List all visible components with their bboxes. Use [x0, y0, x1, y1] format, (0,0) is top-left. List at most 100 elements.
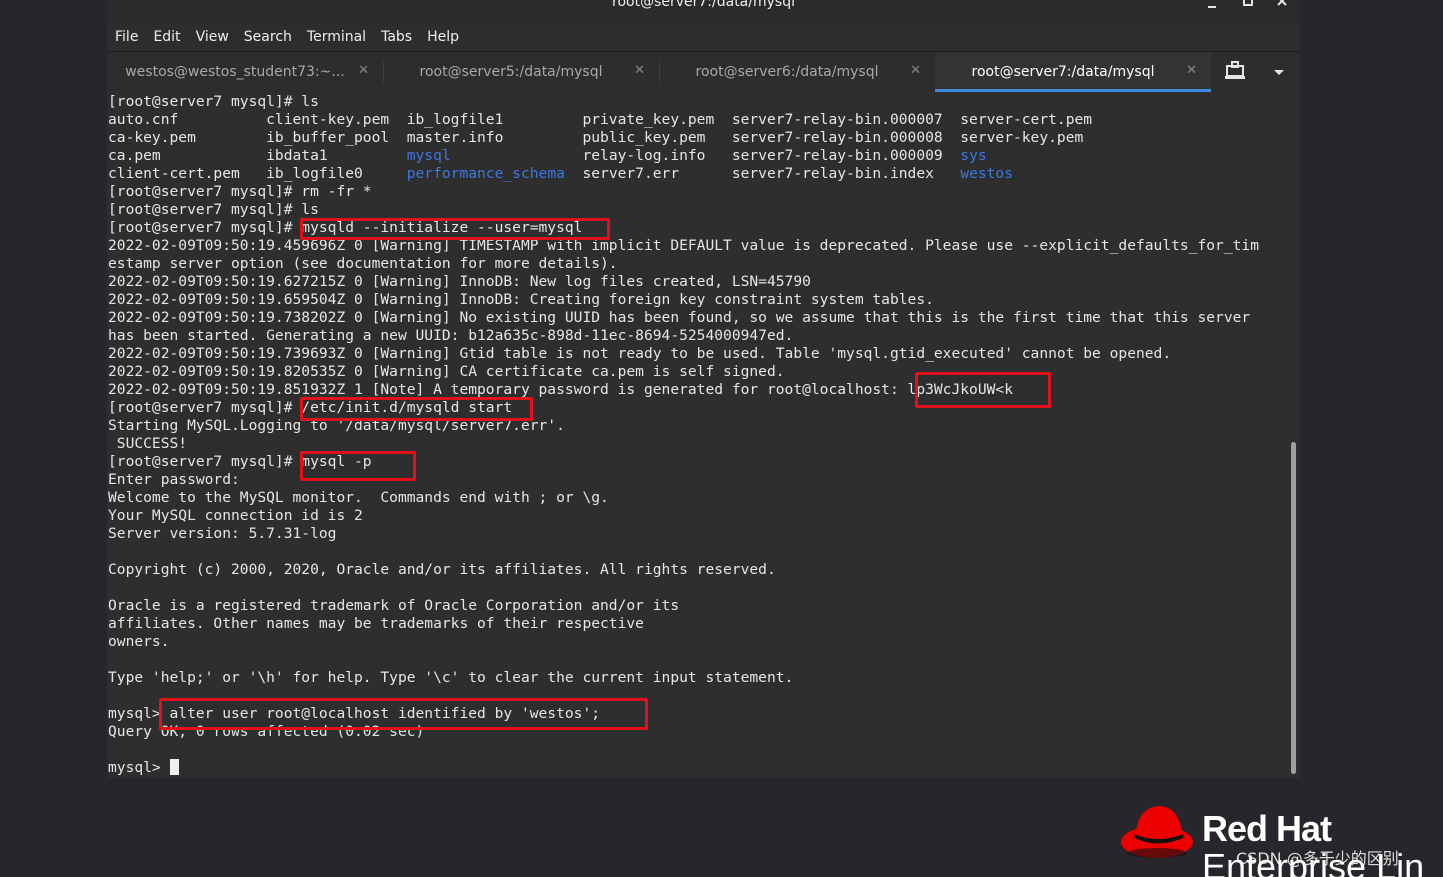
tab-label: root@server5:/data/mysql [419, 64, 603, 80]
terminal-text: 2022-02-09T09:50:19.627215Z 0 [Warning] … [108, 273, 811, 290]
terminal-line: Copyright (c) 2000, 2020, Oracle and/or … [108, 561, 1259, 579]
terminal-text: [root@server7 mysql]# rm -fr * [108, 183, 372, 200]
terminal-line: client-cert.pem ib_logfile0 performance_… [108, 165, 1259, 183]
brand-name: Red Hat [1202, 808, 1332, 849]
terminal-text: 2022-02-09T09:50:19.820535Z 0 [Warning] … [108, 363, 785, 380]
terminal-text: 2022-02-09T09:50:19.459696Z 0 [Warning] … [108, 237, 1259, 254]
terminal-line: 2022-02-09T09:50:19.739693Z 0 [Warning] … [108, 345, 1259, 363]
terminal-lines: [root@server7 mysql]# ls auto.cnf client-… [108, 93, 1259, 777]
terminal-text: Copyright (c) 2000, 2020, Oracle and/or … [108, 561, 776, 578]
terminal-cursor [169, 759, 179, 775]
menu-help[interactable]: Help [427, 29, 459, 45]
menu-bar: File Edit View Search Terminal Tabs Help [107, 22, 1300, 52]
terminal-text: mysql> [108, 759, 170, 776]
terminal-line: estamp server option (see documentation … [108, 255, 1259, 273]
window-title: root@server7:/data/mysql [612, 0, 795, 10]
terminal-line: 2022-02-09T09:50:19.738202Z 0 [Warning] … [108, 309, 1259, 327]
directory-name: performance_schema [406, 165, 565, 182]
title-bar[interactable]: root@server7:/data/mysql [107, 0, 1300, 22]
terminal-line: Welcome to the MySQL monitor. Commands e… [108, 489, 1259, 507]
menu-tabs[interactable]: Tabs [381, 29, 412, 45]
terminal-line: Starting MySQL.Logging to '/data/mysql/s… [108, 417, 1259, 435]
tab-server5[interactable]: root@server5:/data/mysql ✕ [383, 52, 659, 92]
terminal-text: 2022-02-09T09:50:19.738202Z 0 [Warning] … [108, 309, 1251, 326]
terminal-line: ca.pem ibdata1 mysql relay-log.info serv… [108, 147, 1259, 165]
scrollbar[interactable] [1291, 442, 1296, 774]
redhat-hat-icon [1121, 806, 1193, 858]
terminal-line: Your MySQL connection id is 2 [108, 507, 1259, 525]
menu-edit[interactable]: Edit [153, 29, 180, 45]
tab-bar: westos@westos_student73:~... ✕ root@serv… [107, 52, 1300, 93]
terminal-line: [root@server7 mysql]# rm -fr * [108, 183, 1259, 201]
chevron-down-icon[interactable] [1267, 60, 1291, 84]
close-icon[interactable] [1274, 0, 1290, 14]
tab-label: westos@westos_student73:~... [125, 64, 345, 80]
tab-server7[interactable]: root@server7:/data/mysql ✕ [935, 52, 1211, 92]
terminal-output[interactable]: [root@server7 mysql]# ls auto.cnf client-… [107, 92, 1300, 778]
maximize-icon[interactable] [1240, 0, 1256, 14]
tab-label: root@server7:/data/mysql [971, 64, 1155, 80]
terminal-text: 2022-02-09T09:50:19.851932Z 1 [Note] A t… [108, 381, 1013, 398]
terminal-text: Type 'help;' or '\h' for help. Type '\c'… [108, 669, 794, 686]
watermark: CSDN @多于少的区别 [1236, 849, 1399, 868]
tab-label: root@server6:/data/mysql [695, 64, 879, 80]
terminal-line: 2022-02-09T09:50:19.820535Z 0 [Warning] … [108, 363, 1259, 381]
menu-file[interactable]: File [115, 29, 138, 45]
tab-westos-student[interactable]: westos@westos_student73:~... ✕ [107, 52, 383, 92]
terminal-line: has been started. Generating a new UUID:… [108, 327, 1259, 345]
highlight-box [300, 397, 533, 421]
terminal-text: Oracle is a registered trademark of Orac… [108, 597, 680, 614]
terminal-line: SUCCESS! [108, 435, 1259, 453]
terminal-text: Welcome to the MySQL monitor. Commands e… [108, 489, 609, 506]
highlight-box [300, 218, 610, 240]
terminal-text: auto.cnf client-key.pem ib_logfile1 priv… [108, 111, 1093, 128]
terminal-text: ca.pem ibdata1 [108, 147, 407, 164]
menu-terminal[interactable]: Terminal [307, 29, 366, 45]
terminal-line: 2022-02-09T09:50:19.627215Z 0 [Warning] … [108, 273, 1259, 291]
terminal-line: [root@server7 mysql]# ls [108, 201, 1259, 219]
terminal-line: [root@server7 mysql]# mysqld --initializ… [108, 219, 1259, 237]
terminal-line: Oracle is a registered trademark of Orac… [108, 597, 1259, 615]
tab-server6[interactable]: root@server6:/data/mysql ✕ [659, 52, 935, 92]
terminal-text: Your MySQL connection id is 2 [108, 507, 363, 524]
close-icon[interactable]: ✕ [910, 63, 921, 78]
terminal-line: [root@server7 mysql]# ls [108, 93, 1259, 111]
terminal-text: relay-log.info server7-relay-bin.000009 [450, 147, 961, 164]
terminal-text: owners. [108, 633, 170, 650]
terminal-window: root@server7:/data/mysql File Edit View … [107, 0, 1300, 778]
highlight-box [915, 372, 1051, 408]
close-icon[interactable]: ✕ [358, 63, 369, 78]
terminal-text: affiliates. Other names may be trademark… [108, 615, 644, 632]
terminal-line: auto.cnf client-key.pem ib_logfile1 priv… [108, 111, 1259, 129]
terminal-text: Server version: 5.7.31-log [108, 525, 337, 542]
directory-name: sys [960, 147, 987, 164]
terminal-line: affiliates. Other names may be trademark… [108, 615, 1259, 633]
close-icon[interactable]: ✕ [1186, 63, 1197, 78]
terminal-text: 2022-02-09T09:50:19.659504Z 0 [Warning] … [108, 291, 934, 308]
terminal-text: has been started. Generating a new UUID:… [108, 327, 794, 344]
terminal-text: ca-key.pem ib_buffer_pool master.info pu… [108, 129, 1084, 146]
terminal-text: server7.err server7-relay-bin.index [564, 165, 961, 182]
highlight-box [300, 451, 416, 481]
terminal-line: 2022-02-09T09:50:19.659504Z 0 [Warning] … [108, 291, 1259, 309]
terminal-line: Server version: 5.7.31-log [108, 525, 1259, 543]
menu-view[interactable]: View [196, 29, 229, 45]
directory-name: mysql [406, 147, 451, 164]
menu-search[interactable]: Search [244, 29, 292, 45]
terminal-line: [root@server7 mysql]# mysql -p [108, 453, 1259, 471]
terminal-line: 2022-02-09T09:50:19.459696Z 0 [Warning] … [108, 237, 1259, 255]
terminal-line: 2022-02-09T09:50:19.851932Z 1 [Note] A t… [108, 381, 1259, 399]
terminal-text: Enter password: [108, 471, 240, 488]
terminal-text: [root@server7 mysql]# ls [108, 93, 319, 110]
terminal-line: owners. [108, 633, 1259, 651]
new-tab-icon[interactable] [1223, 60, 1247, 84]
terminal-line: mysql> [108, 759, 1259, 777]
highlight-box [159, 698, 648, 730]
minimize-icon[interactable] [1204, 0, 1220, 14]
close-icon[interactable]: ✕ [634, 63, 645, 78]
terminal-text: 2022-02-09T09:50:19.739693Z 0 [Warning] … [108, 345, 1172, 362]
